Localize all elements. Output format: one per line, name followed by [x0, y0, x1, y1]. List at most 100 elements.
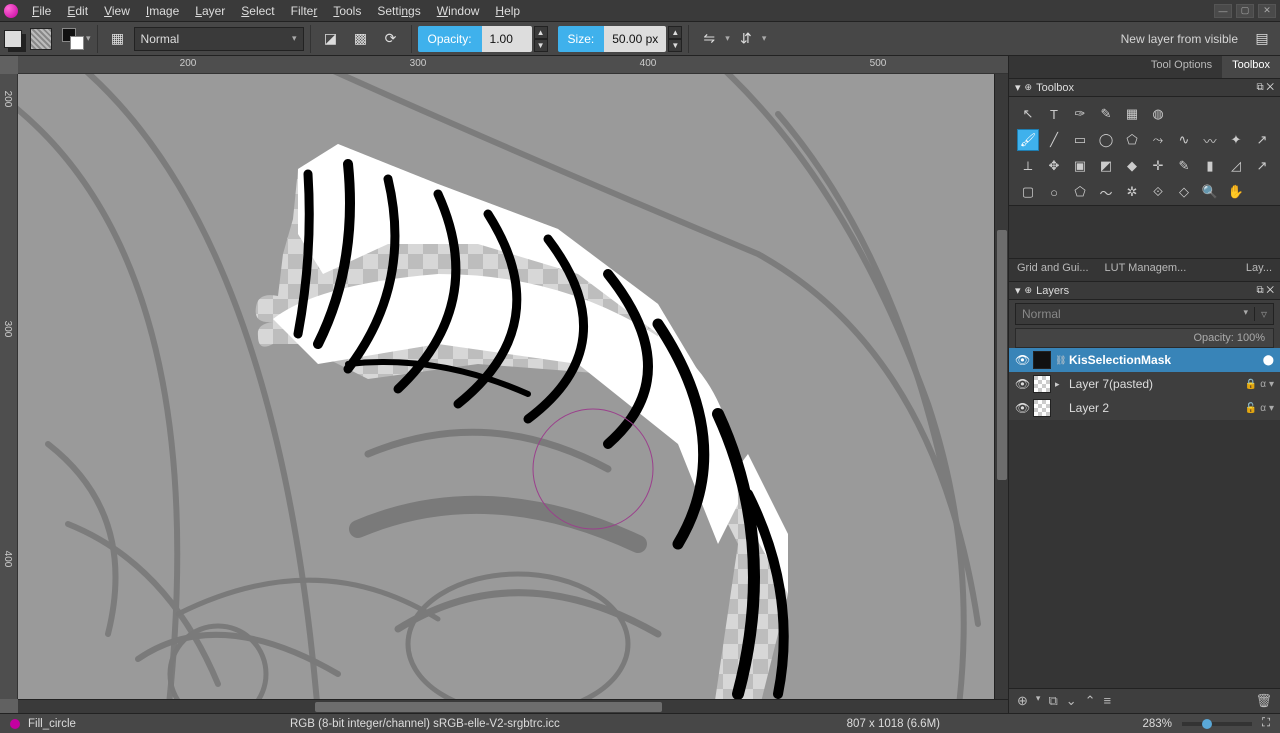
- size-control[interactable]: Size: 50.00 px: [558, 26, 667, 52]
- window-close[interactable]: ✕: [1258, 4, 1276, 18]
- tool-select-bezier[interactable]: ◇: [1173, 181, 1195, 203]
- tool-select-contig[interactable]: ✲: [1121, 181, 1143, 203]
- zoom-fit-icon[interactable]: ⛶: [1262, 717, 1270, 730]
- horizontal-scrollbar[interactable]: [18, 699, 1008, 713]
- brush-preset-swatch[interactable]: [4, 30, 22, 48]
- duplicate-layer-icon[interactable]: ⧉: [1048, 693, 1057, 709]
- tool-move[interactable]: ↖: [1017, 103, 1039, 125]
- tool-ellipse[interactable]: ◯: [1095, 129, 1117, 151]
- eraser-toggle-icon[interactable]: ◪: [317, 25, 345, 53]
- delete-layer-icon[interactable]: 🗑: [1255, 693, 1272, 709]
- menu-settings[interactable]: Settings: [369, 2, 428, 20]
- mirror-horizontal-icon[interactable]: ⇋: [695, 25, 723, 53]
- tab-grid-guides[interactable]: Grid and Gui...: [1009, 259, 1097, 281]
- tool-bezier[interactable]: ∿: [1173, 129, 1195, 151]
- menu-view[interactable]: View: [96, 2, 138, 20]
- tab-lut[interactable]: LUT Managem...: [1097, 259, 1195, 281]
- color-popup-arrow[interactable]: ▾: [86, 33, 91, 44]
- tool-assistant[interactable]: ◿: [1225, 155, 1247, 177]
- visibility-icon[interactable]: 👁: [1015, 353, 1029, 367]
- tool-color-picker[interactable]: ✛: [1147, 155, 1169, 177]
- workspace-chooser-icon[interactable]: ▤: [1248, 25, 1276, 53]
- blend-mode-select[interactable]: Normal ▾: [134, 27, 304, 51]
- tool-edit-shapes[interactable]: ✑: [1069, 103, 1091, 125]
- visibility-icon[interactable]: 👁: [1015, 377, 1029, 391]
- tool-pan[interactable]: ✋: [1225, 181, 1247, 203]
- opacity-value[interactable]: 1.00: [482, 26, 532, 52]
- tab-tool-options[interactable]: Tool Options: [1141, 56, 1222, 78]
- tool-grad[interactable]: ▮: [1199, 155, 1221, 177]
- visibility-icon[interactable]: 👁: [1015, 401, 1029, 415]
- layer-opacity[interactable]: Opacity: 100%: [1015, 328, 1274, 348]
- mirror-vertical-icon[interactable]: ⇵: [732, 25, 760, 53]
- layer-name[interactable]: Layer 2: [1069, 401, 1109, 415]
- tool-measure[interactable]: ↗: [1251, 155, 1273, 177]
- layer-row-2[interactable]: 👁 Layer 2 🔓α▾: [1009, 396, 1280, 420]
- lock-icon[interactable]: 🔒: [1245, 379, 1257, 390]
- layer-name[interactable]: KisSelectionMask: [1069, 353, 1171, 367]
- tool-gradient-edit[interactable]: ◍: [1147, 103, 1169, 125]
- menu-edit[interactable]: Edit: [59, 2, 96, 20]
- tab-layers-short[interactable]: Lay...: [1238, 259, 1280, 281]
- opacity-control[interactable]: Opacity: 1.00: [418, 26, 532, 52]
- alpha-lock-icon[interactable]: ▩: [347, 25, 375, 53]
- move-up-icon[interactable]: ⌃: [1085, 693, 1096, 709]
- tool-dyna[interactable]: ✦: [1225, 129, 1247, 151]
- tool-fill[interactable]: ◆: [1121, 155, 1143, 177]
- mask-active-icon[interactable]: ⬤: [1263, 355, 1274, 366]
- tool-rectangle[interactable]: ▭: [1069, 129, 1091, 151]
- brush-editor-icon[interactable]: ▦: [104, 25, 132, 53]
- move-down-icon[interactable]: ⌄: [1066, 693, 1077, 709]
- tool-brush[interactable]: 🖌: [1017, 129, 1039, 151]
- lock-icon[interactable]: 🔓: [1245, 403, 1257, 414]
- size-nudge[interactable]: ▲▼: [668, 26, 682, 52]
- tool-calligraphy[interactable]: ✎: [1095, 103, 1117, 125]
- tool-line[interactable]: ╱: [1043, 129, 1065, 151]
- tool-polygon[interactable]: ⬠: [1121, 129, 1143, 151]
- window-maximize[interactable]: ▢: [1236, 4, 1254, 18]
- tool-crop[interactable]: ⟂: [1017, 155, 1039, 177]
- menu-tools[interactable]: Tools: [325, 2, 369, 20]
- window-minimize[interactable]: —: [1214, 4, 1232, 18]
- tool-transform2[interactable]: ▣: [1069, 155, 1091, 177]
- zoom-slider[interactable]: [1182, 722, 1252, 726]
- tool-transform[interactable]: [1173, 103, 1195, 125]
- menu-select[interactable]: Select: [233, 2, 282, 20]
- properties-icon[interactable]: ≡: [1104, 693, 1112, 709]
- tool-select-similar[interactable]: ⟐: [1147, 181, 1169, 203]
- tool-polyline[interactable]: ⤳: [1147, 129, 1169, 151]
- tool-select-free[interactable]: 〜: [1095, 181, 1117, 203]
- menu-filter[interactable]: Filter: [283, 2, 326, 20]
- vertical-scrollbar[interactable]: [994, 74, 1008, 699]
- tool-smart-patch[interactable]: ✎: [1173, 155, 1195, 177]
- tool-select-rect[interactable]: ▢: [1017, 181, 1039, 203]
- tool-multibrush[interactable]: ↗: [1251, 129, 1273, 151]
- menu-file[interactable]: File: [24, 2, 59, 20]
- menu-image[interactable]: Image: [138, 2, 187, 20]
- tool-select-poly[interactable]: ⬠: [1069, 181, 1091, 203]
- tool-select-ellipse[interactable]: ○: [1043, 181, 1065, 203]
- pattern-swatch[interactable]: [30, 28, 52, 50]
- layer-row-mask[interactable]: 👁 ⛓ KisSelectionMask ⬤: [1009, 348, 1280, 372]
- tool-pattern-edit[interactable]: ▦: [1121, 103, 1143, 125]
- tool-select-magnet[interactable]: 🔍: [1199, 181, 1221, 203]
- menu-help[interactable]: Help: [487, 2, 528, 20]
- layer-row-7[interactable]: 👁 ▸ Layer 7(pasted) 🔒α▾: [1009, 372, 1280, 396]
- fg-bg-color[interactable]: [62, 28, 84, 50]
- tab-toolbox[interactable]: Toolbox: [1222, 56, 1280, 78]
- tool-freehand-path[interactable]: 〰: [1199, 129, 1221, 151]
- layer-name[interactable]: Layer 7(pasted): [1069, 377, 1153, 391]
- menu-window[interactable]: Window: [429, 2, 488, 20]
- menu-layer[interactable]: Layer: [187, 2, 233, 20]
- tool-deform[interactable]: ◩: [1095, 155, 1117, 177]
- canvas[interactable]: [18, 74, 994, 699]
- expand-icon[interactable]: ▸: [1055, 379, 1065, 390]
- zoom-value[interactable]: 283%: [1143, 718, 1172, 730]
- add-layer-icon[interactable]: ⊕: [1017, 693, 1028, 709]
- tool-text[interactable]: T: [1043, 103, 1065, 125]
- mask-link-icon[interactable]: ⛓: [1055, 355, 1065, 366]
- size-value[interactable]: 50.00 px: [604, 26, 666, 52]
- layer-blend-select[interactable]: Normal▾▿: [1015, 303, 1274, 325]
- reload-preset-icon[interactable]: ⟳: [377, 25, 405, 53]
- tool-move-layer[interactable]: ✥: [1043, 155, 1065, 177]
